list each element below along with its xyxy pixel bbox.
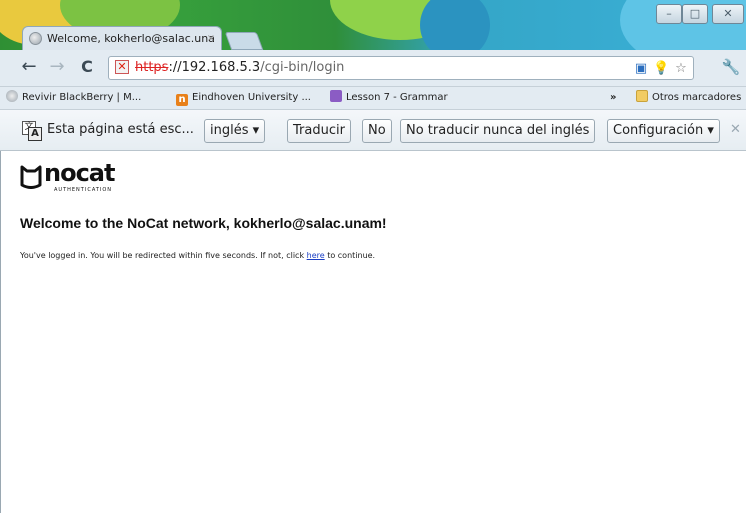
url-path: /cgi-bin/login: [260, 60, 345, 75]
forward-button[interactable]: →: [46, 57, 68, 79]
close-infobar-icon[interactable]: ✕: [730, 122, 741, 137]
page-favicon-icon: [29, 32, 42, 45]
wrench-menu-icon[interactable]: 🔧: [720, 57, 742, 79]
url-scheme: https: [135, 60, 169, 75]
other-bookmarks-folder[interactable]: Otros marcadores: [636, 87, 741, 109]
bookmarks-overflow-button[interactable]: »: [610, 87, 616, 109]
title-bar: Welcome, kokherlo@salac.una × – □ ✕: [0, 0, 746, 50]
language-select[interactable]: inglés ▾: [204, 119, 266, 143]
maximize-button[interactable]: □: [682, 4, 708, 24]
logo-wordmark: nocat: [44, 159, 115, 187]
close-window-button[interactable]: ✕: [712, 4, 744, 24]
no-button[interactable]: No: [362, 119, 392, 143]
redirect-message: You've logged in. You will be redirected…: [20, 251, 375, 260]
theme-decoration: [420, 0, 490, 50]
bookmark-item[interactable]: Lesson 7 - Grammar: [330, 87, 448, 109]
message-text: You've logged in. You will be redirected…: [20, 251, 307, 260]
translate-infobar: 文A Esta página está esc... inglés ▾ Trad…: [0, 110, 746, 151]
logo-subtext: AUTHENTICATION: [54, 187, 113, 193]
tab-close-icon[interactable]: ×: [207, 27, 215, 50]
bookmark-item[interactable]: n Eindhoven University ...: [176, 87, 311, 109]
window-border: [0, 151, 1, 513]
translate-icon: 文A: [22, 121, 42, 141]
continue-link[interactable]: here: [307, 251, 325, 260]
insecure-certificate-icon: ✕: [115, 60, 129, 74]
bookmarks-bar: Revivir BlackBerry | M... n Eindhoven Uni…: [0, 87, 746, 110]
browser-tab[interactable]: Welcome, kokherlo@salac.una ×: [22, 26, 222, 50]
lightbulb-icon[interactable]: 💡: [653, 61, 669, 77]
translate-message: Esta página está esc...: [47, 122, 194, 137]
globe-icon: [6, 90, 18, 102]
navigation-toolbar: ← → C ✕ https://192.168.5.3/cgi-bin/logi…: [0, 50, 746, 87]
url-host: ://192.168.5.3: [168, 60, 261, 75]
bookmark-item[interactable]: Revivir BlackBerry | M...: [6, 87, 141, 109]
page-content: nocat AUTHENTICATION Welcome to the NoCa…: [0, 151, 746, 513]
bookmark-label: Revivir BlackBerry | M...: [22, 92, 142, 103]
message-text-end: to continue.: [324, 251, 376, 260]
other-bookmarks-label: Otros marcadores: [652, 92, 742, 103]
back-button[interactable]: ←: [18, 57, 40, 79]
bookmark-label: Lesson 7 - Grammar: [346, 92, 448, 103]
book-icon: [330, 90, 342, 102]
translate-button[interactable]: Traducir: [287, 119, 351, 143]
reload-button[interactable]: C: [76, 57, 98, 79]
page-heading: Welcome to the NoCat network, kokherlo@s…: [20, 215, 387, 231]
n-logo-icon: n: [176, 94, 188, 106]
nocat-logo: nocat AUTHENTICATION: [20, 159, 140, 197]
never-translate-button[interactable]: No traducir nunca del inglés: [400, 119, 596, 143]
bookmark-star-icon[interactable]: ☆: [673, 61, 689, 77]
bookmark-label: Eindhoven University ...: [192, 92, 311, 103]
minimize-button[interactable]: –: [656, 4, 682, 24]
blocked-popup-icon[interactable]: ▣: [633, 61, 649, 77]
new-tab-button[interactable]: [224, 32, 264, 50]
folder-icon: [636, 90, 648, 102]
tab-title: Welcome, kokherlo@salac.una: [47, 32, 215, 45]
cat-face-icon: [20, 165, 42, 189]
address-bar[interactable]: ✕ https://192.168.5.3/cgi-bin/login ▣ 💡 …: [108, 56, 694, 80]
translate-options-button[interactable]: Configuración ▾: [607, 119, 720, 143]
